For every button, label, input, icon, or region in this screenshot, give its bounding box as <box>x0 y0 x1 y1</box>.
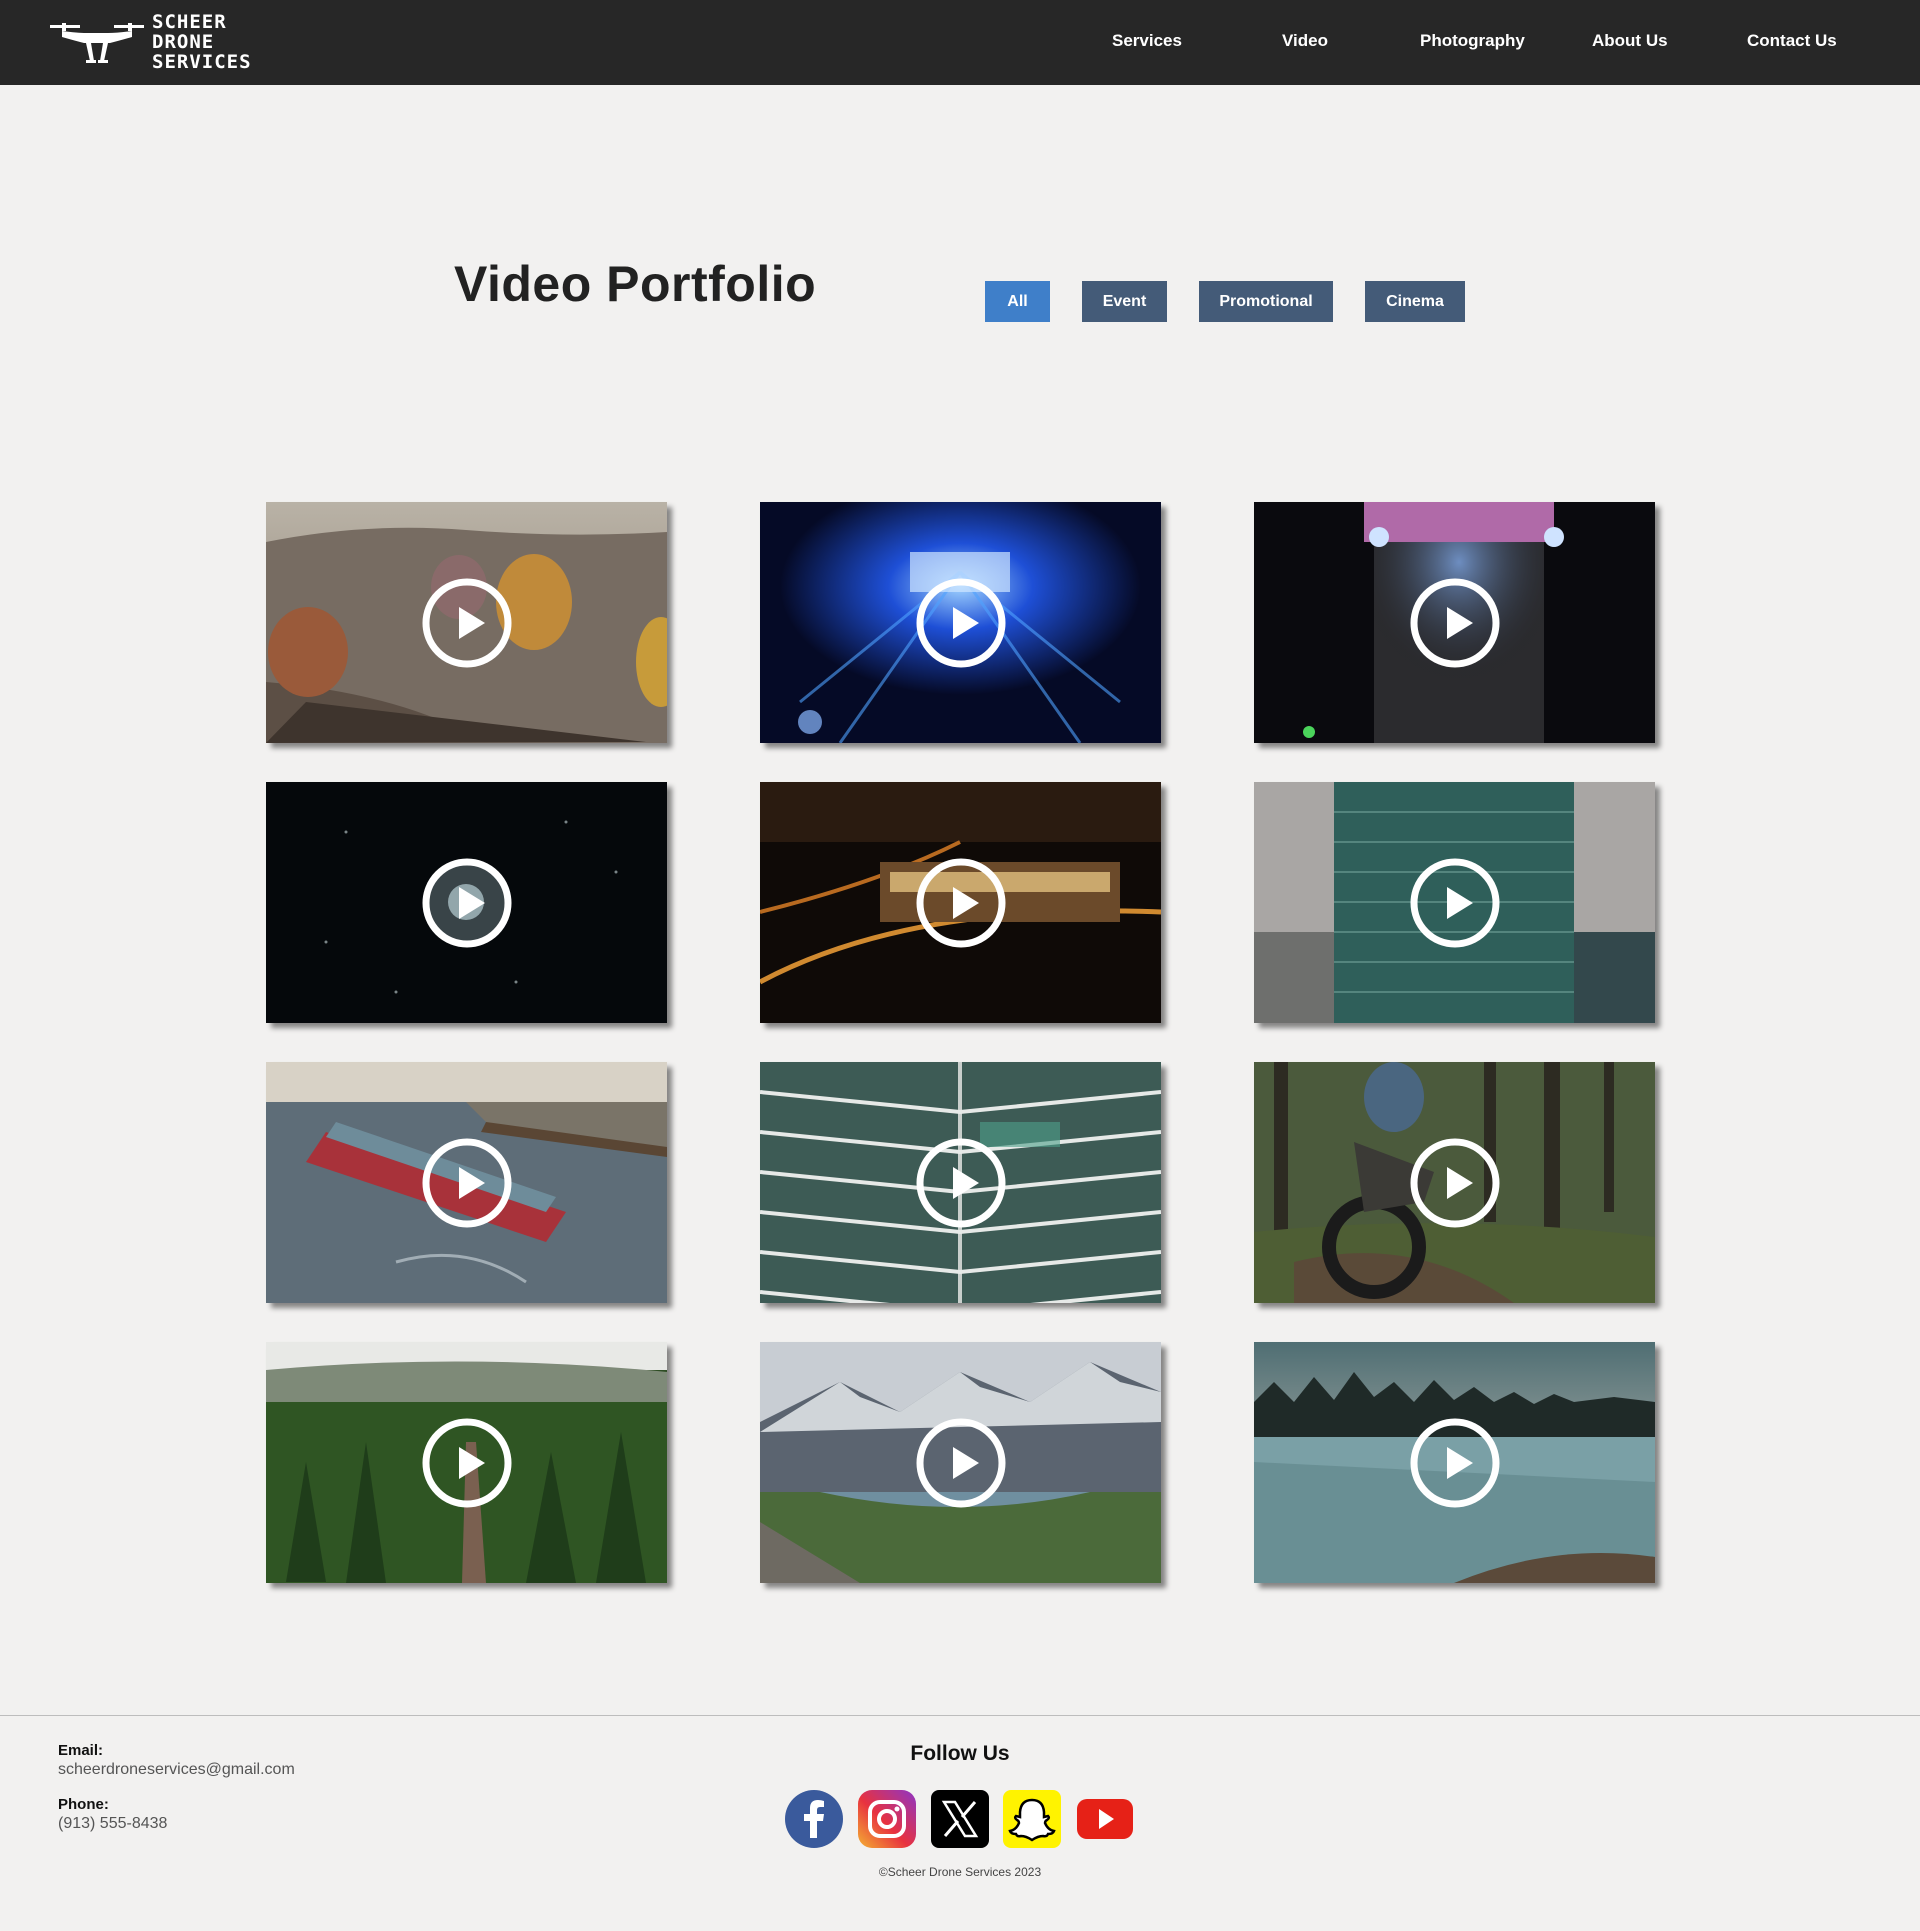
play-icon <box>916 1418 1005 1507</box>
play-icon <box>422 1418 511 1507</box>
play-icon <box>916 578 1005 667</box>
play-icon <box>422 858 511 947</box>
filter-event-button[interactable]: Event <box>1082 281 1167 322</box>
video-thumb-snowy-field[interactable] <box>1254 1342 1655 1583</box>
video-thumb-festival-crowd[interactable] <box>1254 502 1655 743</box>
play-icon <box>1410 1138 1499 1227</box>
play-icon <box>916 1138 1005 1227</box>
logo-wordmark: SCHEER DRONE SERVICES <box>152 12 252 72</box>
copyright-text: ©Scheer Drone Services 2023 <box>878 1865 1042 1879</box>
video-thumb-office-building[interactable] <box>760 1062 1161 1303</box>
video-thumb-balloons[interactable] <box>266 502 667 743</box>
footer-divider <box>0 1715 1920 1716</box>
video-thumb-forest-road[interactable] <box>266 1342 667 1583</box>
phone-label: Phone: <box>58 1796 109 1813</box>
filter-cinema-button[interactable]: Cinema <box>1365 281 1465 322</box>
snapchat-icon[interactable] <box>1003 1790 1061 1848</box>
nav-video[interactable]: Video <box>1282 31 1328 51</box>
video-thumb-snowy-mountains[interactable] <box>760 1342 1161 1583</box>
site-header: SCHEER DRONE SERVICES Services Video Pho… <box>0 0 1920 85</box>
nav-services[interactable]: Services <box>1112 31 1182 51</box>
phone-link[interactable]: (913) 555-8438 <box>58 1815 167 1833</box>
play-icon <box>1410 578 1499 667</box>
video-thumb-fireworks[interactable] <box>266 782 667 1023</box>
youtube-icon[interactable] <box>1076 1790 1134 1848</box>
nav-about-us[interactable]: About Us <box>1592 31 1668 51</box>
instagram-icon[interactable] <box>858 1790 916 1848</box>
x-icon[interactable] <box>931 1790 989 1848</box>
play-icon <box>916 858 1005 947</box>
facebook-icon[interactable] <box>785 1790 843 1848</box>
video-thumb-night-building[interactable] <box>760 782 1161 1023</box>
logo-line: SCHEER <box>152 11 227 33</box>
video-thumb-dirt-bike[interactable] <box>1254 1062 1655 1303</box>
filter-promotional-button[interactable]: Promotional <box>1199 281 1333 322</box>
nav-contact-us[interactable]: Contact Us <box>1747 31 1837 51</box>
play-icon <box>422 1138 511 1227</box>
nav-photography[interactable]: Photography <box>1420 31 1525 51</box>
follow-us-heading: Follow Us <box>910 1742 1010 1765</box>
video-thumb-container-ship[interactable] <box>266 1062 667 1303</box>
drone-icon <box>50 23 144 63</box>
video-thumb-concert-stage[interactable] <box>760 502 1161 743</box>
filter-all-button[interactable]: All <box>985 281 1050 322</box>
play-icon <box>1410 1418 1499 1507</box>
play-icon <box>1410 858 1499 947</box>
main-nav: Services Video Photography About Us Cont… <box>1080 0 1920 85</box>
logo-line: SERVICES <box>152 51 252 73</box>
logo-line: DRONE <box>152 31 215 53</box>
page-title: Video Portfolio <box>454 256 817 312</box>
video-thumb-skyscraper[interactable] <box>1254 782 1655 1023</box>
play-icon <box>422 578 511 667</box>
site-logo[interactable]: SCHEER DRONE SERVICES <box>48 12 252 72</box>
